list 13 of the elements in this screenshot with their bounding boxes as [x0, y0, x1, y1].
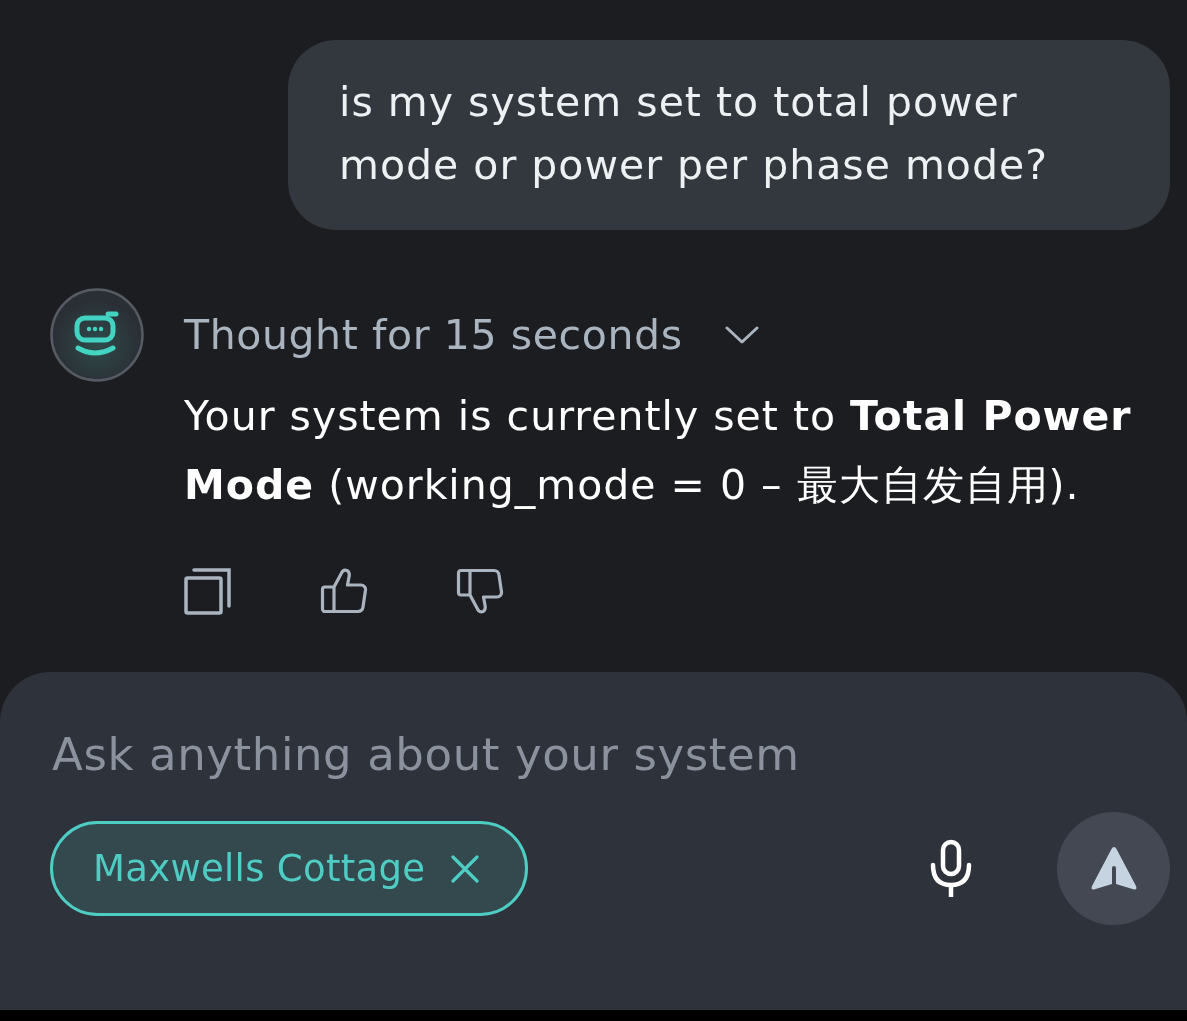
- copy-icon[interactable]: [184, 567, 232, 615]
- user-message: is my system set to total power mode or power per phase mode?: [288, 40, 1170, 230]
- thought-toggle[interactable]: Thought for 15 seconds: [184, 288, 759, 382]
- microphone-icon[interactable]: [929, 838, 973, 899]
- robot-avatar-icon: [50, 288, 144, 382]
- thumbs-down-icon[interactable]: [456, 567, 504, 615]
- message-input[interactable]: Ask anything about your system: [52, 724, 952, 784]
- assistant-message: Your system is currently set to Total Power Mode (working_mode = 0 – 最大自发自用).: [184, 391, 1133, 511]
- arrowhead-icon: [1089, 845, 1138, 892]
- close-icon[interactable]: [451, 854, 480, 883]
- thumbs-up-icon[interactable]: [320, 567, 368, 615]
- chip-label: Maxwells Cottage: [93, 847, 426, 890]
- chevron-down-icon: [724, 325, 759, 345]
